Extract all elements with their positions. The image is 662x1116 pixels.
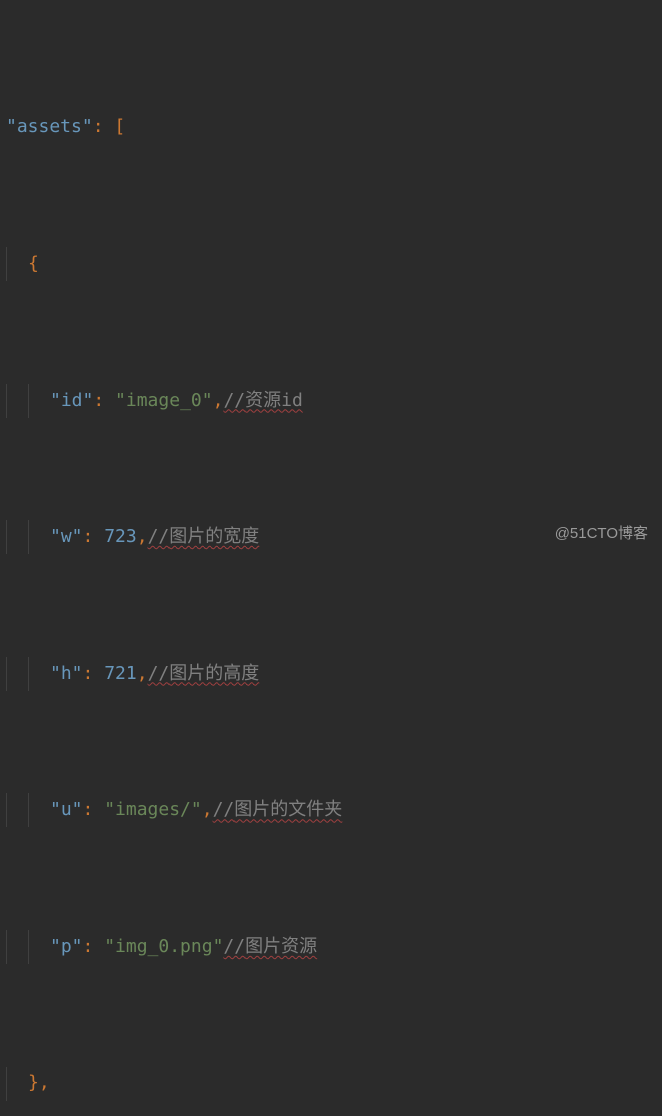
- json-key: "id": [50, 384, 93, 418]
- code-line: "u": "images/",//图片的文件夹: [6, 793, 656, 827]
- json-number: 723: [104, 520, 137, 554]
- code-editor[interactable]: "assets": [ { "id": "image_0",//资源id "w"…: [0, 0, 662, 1116]
- code-line: },: [6, 1067, 656, 1101]
- json-string: "images/": [104, 793, 202, 827]
- brace-open: {: [28, 247, 39, 281]
- comment: //图片的高度: [148, 657, 260, 691]
- json-key: "p": [50, 930, 83, 964]
- json-string: "image_0": [115, 384, 213, 418]
- json-key: "h": [50, 657, 83, 691]
- comment: //图片资源: [223, 930, 317, 964]
- code-line: "p": "img_0.png"//图片资源: [6, 930, 656, 964]
- comment: //资源id: [223, 384, 302, 418]
- bracket-open: [: [114, 110, 125, 144]
- json-key: "assets": [6, 110, 93, 144]
- brace-close: },: [28, 1066, 50, 1100]
- json-key: "w": [50, 520, 83, 554]
- code-line: "assets": [: [6, 111, 656, 145]
- code-line: "h": 721,//图片的高度: [6, 657, 656, 691]
- code-line: {: [6, 247, 656, 281]
- json-string: "img_0.png": [104, 930, 223, 964]
- watermark: @51CTO博客: [555, 520, 648, 549]
- colon: :: [93, 110, 104, 144]
- json-number: 721: [104, 657, 137, 691]
- comment: //图片的宽度: [148, 520, 260, 554]
- comment: //图片的文件夹: [213, 793, 343, 827]
- code-line: "id": "image_0",//资源id: [6, 384, 656, 418]
- json-key: "u": [50, 793, 83, 827]
